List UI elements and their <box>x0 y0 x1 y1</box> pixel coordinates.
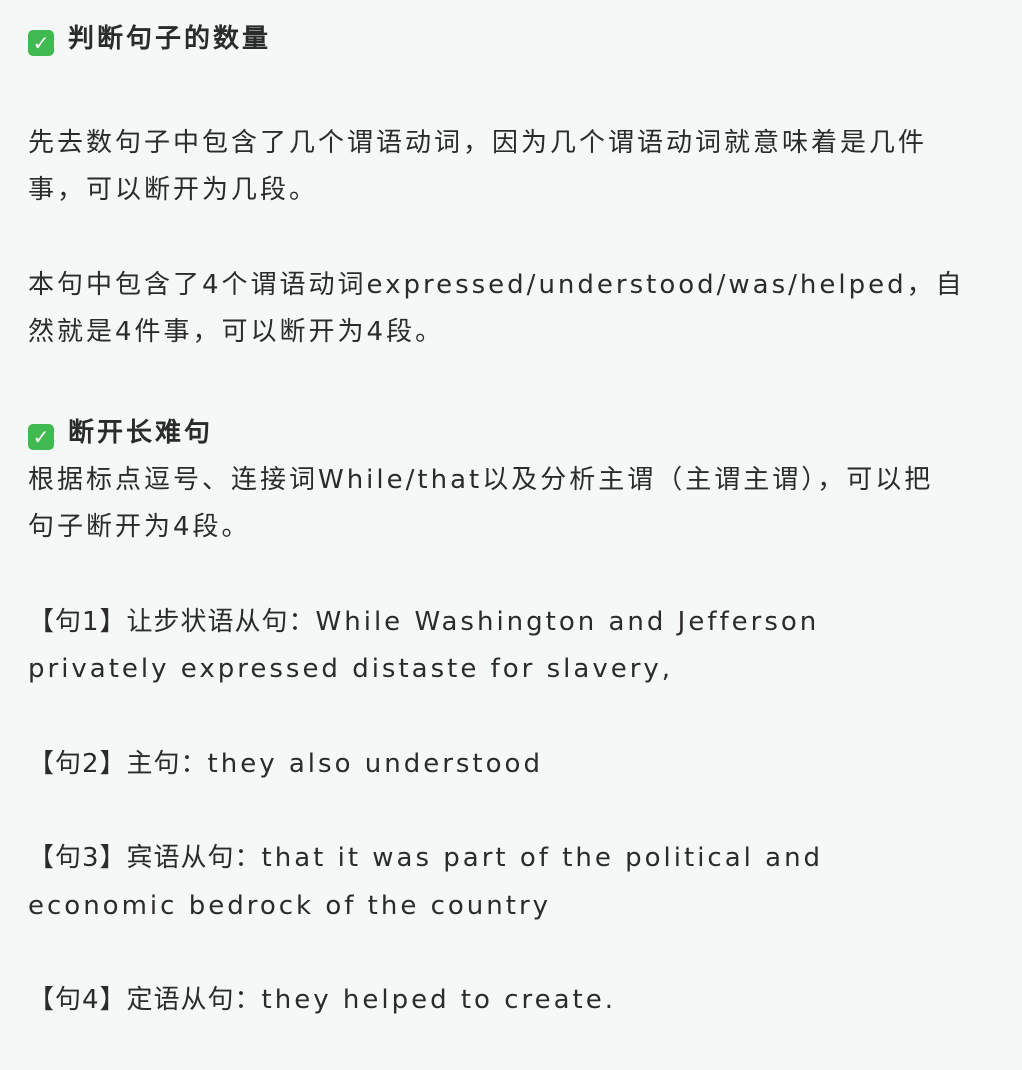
section-title-1: 判断句子的数量 <box>68 24 272 54</box>
paragraph-1-line-1: 先去数句子中包含了几个谓语动词，因为几个谓语动词就意味着是几件 <box>28 128 928 158</box>
article-page: ✓ 判断句子的数量 先去数句子中包含了几个谓语动词，因为几个谓语动词就意味着是几件… <box>0 0 1022 1070</box>
intro-line-1: 根据标点逗号、连接词While/that以及分析主谓（主谓主谓），可以把 <box>28 465 934 495</box>
clause-2-line-1: 【句2】主句：they also understood <box>28 747 998 781</box>
clause-4-label: 【句4】定语从句： <box>28 985 262 1015</box>
clause-1-line-2: privately expressed distaste for slavery… <box>28 654 674 684</box>
paragraph-2-line-2: 然就是4件事，可以断开为4段。 <box>28 317 445 347</box>
clause-4-text: they helped to create. <box>261 985 616 1015</box>
clause-2-text: they also understood <box>207 749 543 779</box>
clause-3-line-1: 【句3】宾语从句：that it was part of the politic… <box>28 841 998 875</box>
clause-2-label: 【句2】主句： <box>28 749 208 779</box>
clause-3-label: 【句3】宾语从句： <box>28 843 262 873</box>
paragraph-2-line-1: 本句中包含了4个谓语动词expressed/understood/was/hel… <box>28 270 965 300</box>
section-heading-2: ✓ 断开长难句 <box>28 416 998 450</box>
clause-1-text: While Washington and Jefferson <box>315 607 820 637</box>
check-mark-icon: ✓ <box>28 30 54 56</box>
clause-1-line-1: 【句1】让步状语从句：While Washington and Jefferso… <box>28 605 998 639</box>
paragraph-1-line-2: 事，可以断开为几段。 <box>28 175 319 205</box>
section-title-2: 断开长难句 <box>68 418 214 448</box>
clause-3-text: that it was part of the political and <box>261 843 824 873</box>
clause-4-line-1: 【句4】定语从句：they helped to create. <box>28 983 998 1017</box>
intro-line-2: 句子断开为4段。 <box>28 512 251 542</box>
clause-3-line-2: economic bedrock of the country <box>28 891 552 921</box>
clause-1-label: 【句1】让步状语从句： <box>28 607 316 637</box>
check-mark-icon: ✓ <box>28 424 54 450</box>
section-heading-1: ✓ 判断句子的数量 <box>28 22 998 56</box>
